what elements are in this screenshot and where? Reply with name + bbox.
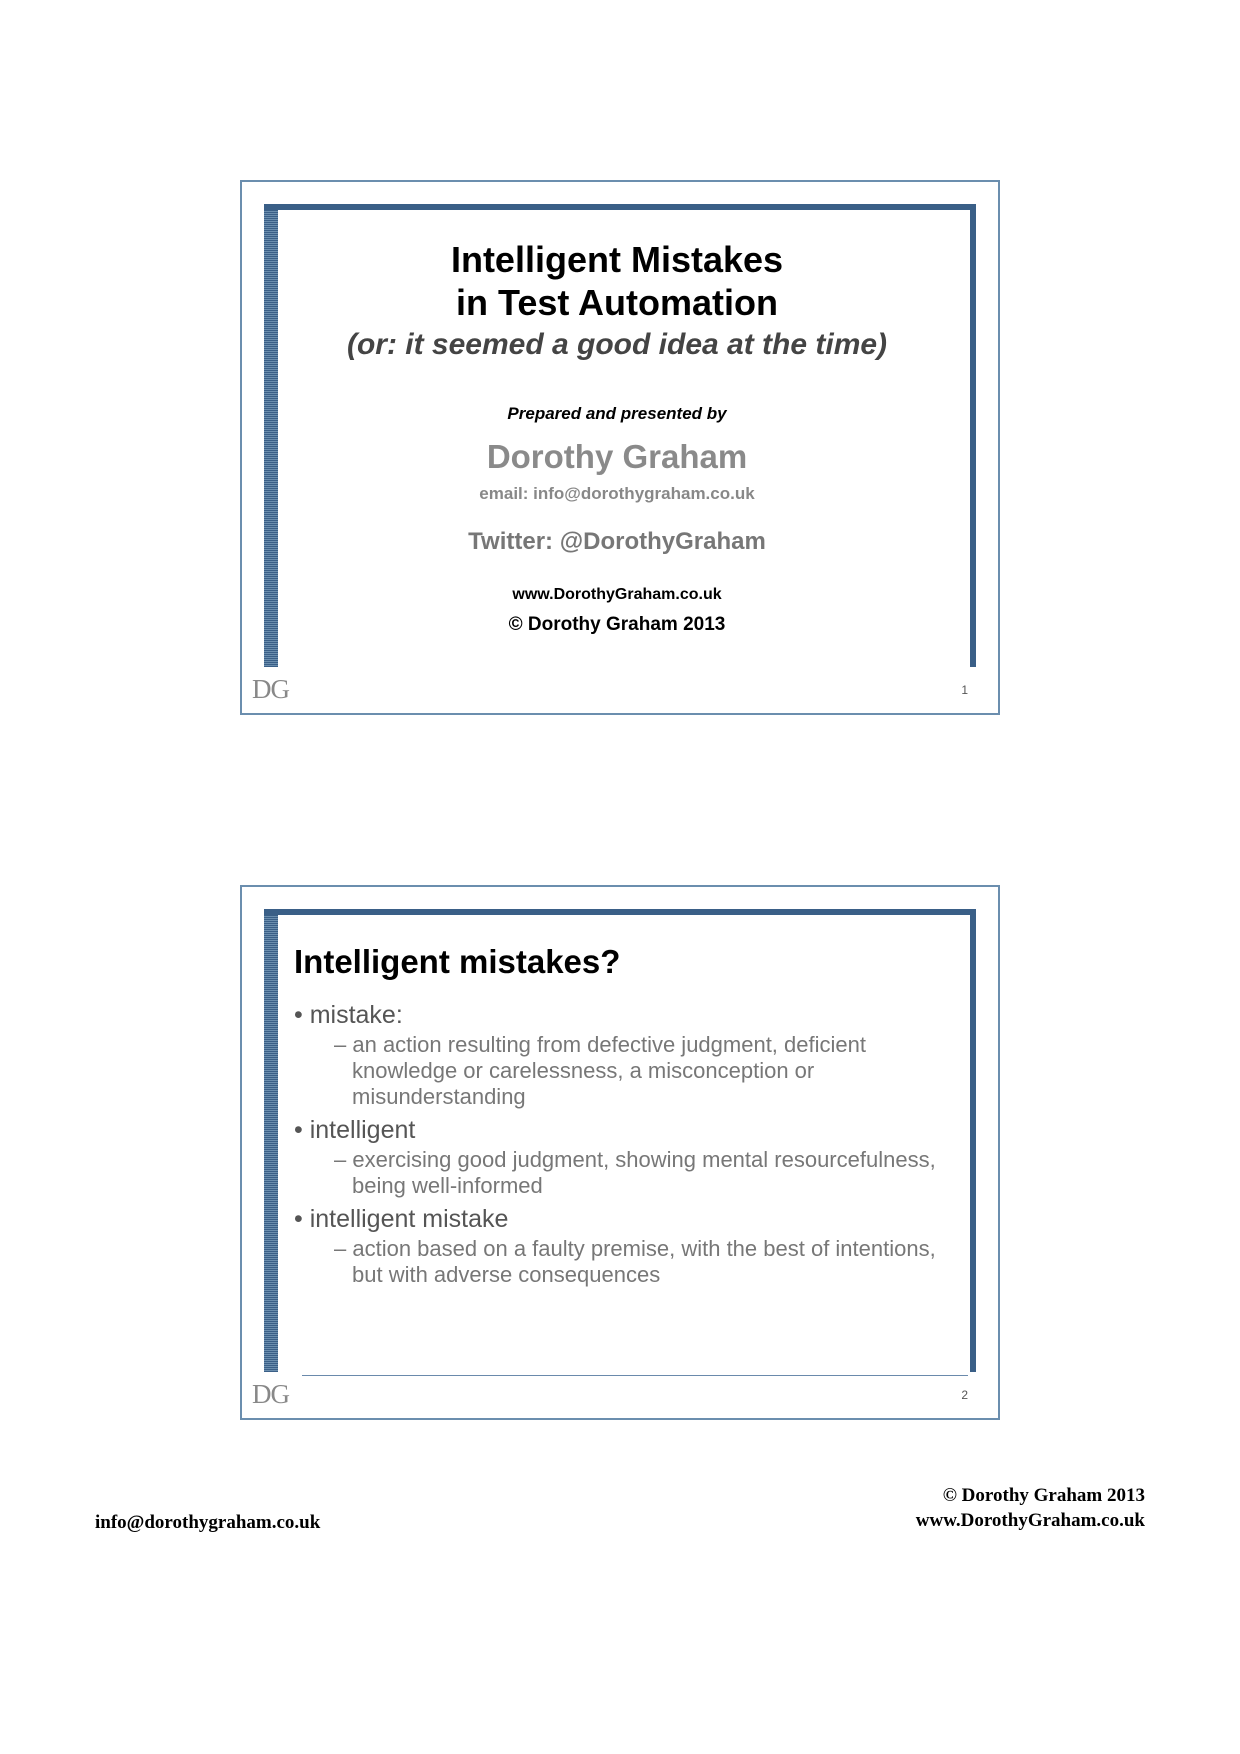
slide-1-twitter: Twitter: @DorothyGraham bbox=[294, 528, 940, 556]
bullet-intelligent-mistake-def: action based on a faulty premise, with t… bbox=[334, 1236, 940, 1288]
slide-1-email: email: info@dorothygraham.co.uk bbox=[294, 484, 940, 504]
bullet-mistake: mistake: bbox=[294, 1001, 940, 1030]
page-footer-website: www.DorothyGraham.co.uk bbox=[916, 1508, 1145, 1534]
dg-logo-icon: DG bbox=[252, 674, 289, 705]
slide-2: Intelligent mistakes? mistake: an action… bbox=[240, 885, 1000, 1420]
slide-1-content: Intelligent Mistakes in Test Automation … bbox=[274, 238, 940, 636]
slide-1-copyright: © Dorothy Graham 2013 bbox=[294, 614, 940, 636]
bullet-mistake-def: an action resulting from defective judgm… bbox=[334, 1032, 940, 1110]
slide-2-content: Intelligent mistakes? mistake: an action… bbox=[274, 943, 940, 1288]
slide-2-frame: Intelligent mistakes? mistake: an action… bbox=[264, 909, 976, 1372]
slide-1-number: 1 bbox=[961, 683, 968, 697]
bullet-intelligent: intelligent bbox=[294, 1116, 940, 1145]
bullet-intelligent-mistake: intelligent mistake bbox=[294, 1205, 940, 1234]
page-footer-right: © Dorothy Graham 2013 www.DorothyGraham.… bbox=[916, 1483, 1145, 1534]
bullet-intelligent-def: exercising good judgment, showing mental… bbox=[334, 1147, 940, 1199]
slide-1-title-line2: in Test Automation bbox=[294, 281, 940, 324]
slide-1-title-line1: Intelligent Mistakes bbox=[294, 238, 940, 281]
slide-1-prepared-by: Prepared and presented by bbox=[294, 404, 940, 424]
page-footer-email: info@dorothygraham.co.uk bbox=[95, 1512, 320, 1534]
slide-1-author: Dorothy Graham bbox=[294, 438, 940, 476]
slide-2-number: 2 bbox=[961, 1388, 968, 1402]
slide-2-divider bbox=[302, 1375, 968, 1376]
slide-1: Intelligent Mistakes in Test Automation … bbox=[240, 180, 1000, 715]
slide-1-website: www.DorothyGraham.co.uk bbox=[294, 586, 940, 604]
handout-page: Intelligent Mistakes in Test Automation … bbox=[0, 0, 1240, 1754]
slide-1-subtitle: (or: it seemed a good idea at the time) bbox=[294, 328, 940, 362]
page-footer-copyright: © Dorothy Graham 2013 bbox=[916, 1483, 1145, 1509]
slide-2-title: Intelligent mistakes? bbox=[294, 943, 940, 981]
slide-1-frame: Intelligent Mistakes in Test Automation … bbox=[264, 204, 976, 667]
dg-logo-icon: DG bbox=[252, 1379, 289, 1410]
slide-2-bullets: mistake: an action resulting from defect… bbox=[294, 1001, 940, 1288]
